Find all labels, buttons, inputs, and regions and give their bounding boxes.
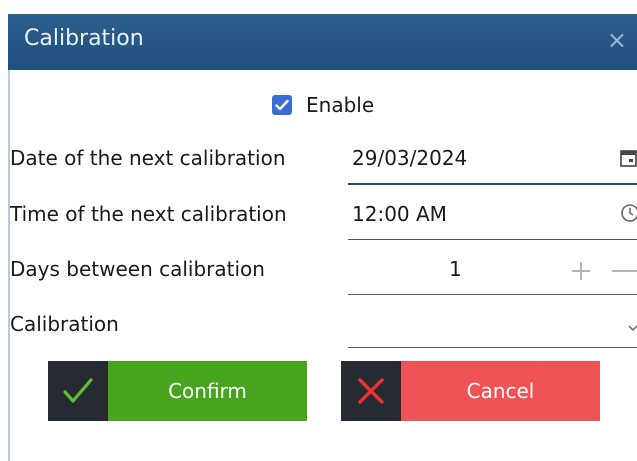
date-underline (348, 183, 637, 185)
x-icon (358, 378, 384, 404)
calendar-icon[interactable] (620, 148, 637, 172)
days-input[interactable]: 1 (449, 257, 462, 281)
top-strip (0, 0, 637, 14)
calibration-dialog: Calibration × Enable Date of the next ca… (0, 0, 637, 461)
chevron-down-icon[interactable] (628, 318, 637, 337)
date-input[interactable]: 29/03/2024 (352, 146, 467, 170)
cancel-button[interactable]: Cancel (341, 361, 600, 421)
time-input[interactable]: 12:00 AM (352, 202, 447, 226)
date-label: Date of the next calibration (10, 146, 286, 170)
cancel-icon-box (341, 361, 401, 421)
calibration-underline (348, 347, 637, 348)
minus-icon[interactable] (610, 260, 637, 286)
enable-checkbox-row[interactable]: Enable (272, 92, 374, 118)
time-underline (348, 239, 637, 240)
close-icon[interactable]: × (607, 26, 627, 54)
time-label: Time of the next calibration (10, 202, 287, 226)
checkmark-icon (63, 378, 93, 403)
title-bar[interactable]: Calibration × (8, 14, 637, 70)
cancel-label: Cancel (401, 361, 600, 421)
calibration-label: Calibration (10, 312, 119, 336)
plus-icon[interactable] (570, 260, 592, 286)
confirm-label: Confirm (108, 361, 307, 421)
enable-checkbox[interactable] (272, 95, 292, 115)
days-underline (348, 294, 637, 295)
confirm-icon-box (48, 361, 108, 421)
dialog-title: Calibration (24, 26, 144, 51)
checkmark-icon (275, 99, 289, 111)
clock-icon[interactable] (620, 203, 637, 227)
confirm-button[interactable]: Confirm (48, 361, 307, 421)
days-label: Days between calibration (10, 257, 265, 281)
enable-label: Enable (306, 93, 375, 117)
